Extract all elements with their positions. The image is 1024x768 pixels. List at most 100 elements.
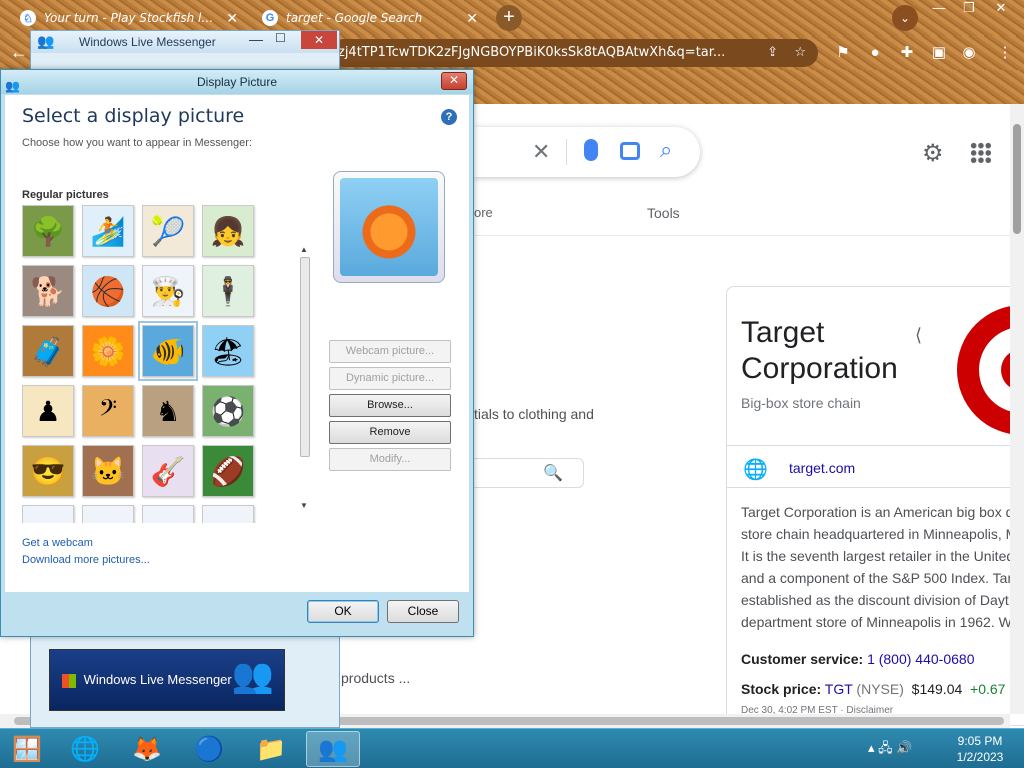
start-button[interactable]: 🪟 — [0, 731, 54, 767]
avatar-icon[interactable]: ● — [866, 44, 884, 62]
get-webcam-link[interactable]: Get a webcam — [22, 537, 93, 549]
close-dialog-button[interactable]: Close — [387, 600, 459, 623]
clock[interactable]: 9:05 PM 1/2/2023 — [940, 733, 1020, 765]
search-icon[interactable]: 🔍 — [543, 463, 563, 483]
picture-tile-chef[interactable]: 👨‍🍳 — [142, 265, 194, 317]
back-arrow-icon[interactable]: ← — [10, 42, 28, 63]
picture-tile-robot-girl[interactable]: 👧 — [202, 205, 254, 257]
desc-line: and a component of the S&P 500 Index. Ta… — [741, 570, 1013, 586]
vertical-scrollbar[interactable] — [1010, 104, 1024, 714]
taskbar-obama[interactable]: 🔵 — [182, 731, 236, 767]
maximize-button[interactable]: ❐ — [954, 0, 984, 18]
modify-button[interactable]: Modify... — [329, 448, 451, 471]
minimize-button[interactable]: — — [924, 0, 954, 18]
stock-ticker-link[interactable]: TGT — [825, 681, 853, 697]
apps-grid-icon[interactable] — [970, 142, 992, 164]
picture-tile-guitar[interactable]: 🎸 — [142, 445, 194, 497]
minimize-button[interactable]: — — [249, 31, 263, 47]
picture-tile-sports-balls[interactable]: 🏈 — [202, 445, 254, 497]
picture-tile-goldfish[interactable]: 🐠 — [138, 321, 198, 381]
divider — [727, 445, 1024, 446]
tab-tools[interactable]: Tools — [647, 205, 680, 221]
picture-tile-flower[interactable]: 🌼 — [82, 325, 134, 377]
taskbar-messenger[interactable]: 👥 — [306, 731, 360, 767]
picture-tile-bass-clef[interactable]: 𝄢 — [82, 385, 134, 437]
help-icon[interactable]: ? — [441, 109, 457, 125]
search-box[interactable]: ✕ ⌕ — [474, 127, 700, 177]
chrome-icon: 🌐 — [70, 735, 100, 763]
taskbar-firefox[interactable]: 🦊 — [120, 731, 174, 767]
dynamic-picture-button[interactable]: Dynamic picture... — [329, 367, 451, 390]
webcam-picture-button[interactable]: Webcam picture... — [329, 340, 451, 363]
picture-tile-partial[interactable] — [202, 505, 254, 523]
browse-button[interactable]: Browse... — [329, 394, 451, 417]
messenger-titlebar[interactable]: 👥 Windows Live Messenger — ☐ ✕ — [31, 31, 339, 53]
share-icon[interactable]: ⇪ — [767, 39, 778, 67]
tab-stockfish[interactable]: ♘ Your turn - Play Stockfish level 4 ✕ — [12, 3, 246, 33]
side-panel-icon[interactable]: ▣ — [930, 44, 948, 62]
site-search-box[interactable]: 🔍 — [474, 458, 584, 488]
picture-tile-businessman[interactable]: 🕴 — [202, 265, 254, 317]
picture-tile-cat[interactable]: 🐱 — [82, 445, 134, 497]
close-button[interactable]: ✕ — [441, 72, 467, 90]
volume-icon[interactable]: 🔊 — [896, 740, 912, 755]
picture-tile-partial[interactable] — [82, 505, 134, 523]
grid-scrollbar[interactable]: ▲ ▼ — [298, 245, 312, 517]
remove-button[interactable]: Remove — [329, 421, 451, 444]
settings-gear-icon[interactable]: ⚙ — [922, 139, 944, 168]
picture-tile-basketball[interactable]: 🏀 — [82, 265, 134, 317]
tab-google-search[interactable]: G target - Google Search ✕ — [254, 3, 486, 33]
scroll-down-icon[interactable]: ▼ — [300, 501, 308, 510]
extensions-icon[interactable]: ✚ — [898, 44, 916, 62]
download-pictures-link[interactable]: Download more pictures... — [22, 554, 150, 566]
picture-tile-partial[interactable] — [22, 505, 74, 523]
cs-label: Customer service: — [741, 651, 864, 667]
clear-icon[interactable]: ✕ — [532, 139, 550, 165]
picture-tile-bonsai[interactable]: 🌳 — [22, 205, 74, 257]
picture-tile-soccer-buddy[interactable]: ⚽ — [202, 385, 254, 437]
camera-icon[interactable] — [620, 142, 640, 160]
address-bar[interactable]: zj4tTP1TcwTDK2zFJgNGBOYPBiK0ksSk8tAQBAtw… — [330, 39, 818, 67]
maximize-button[interactable]: ☐ — [275, 31, 286, 45]
picture-tile-cool-guy[interactable]: 😎 — [22, 445, 74, 497]
system-tray[interactable]: ▴ 🖧 🔊 — [868, 739, 912, 761]
divider — [566, 139, 567, 165]
dialog-titlebar[interactable]: 👥 Display Picture ✕ — [1, 70, 473, 94]
tab-more[interactable]: ore — [474, 205, 493, 220]
close-tab-icon[interactable]: ✕ — [466, 10, 478, 27]
website-link[interactable]: target.com — [789, 460, 855, 476]
windows-flag-icon — [62, 673, 76, 688]
picture-tile-surfer[interactable]: 🏄 — [82, 205, 134, 257]
picture-tile-beach[interactable]: 🏖 — [202, 325, 254, 377]
messenger-banner[interactable]: Windows Live Messenger 👥 — [49, 649, 285, 711]
scroll-thumb[interactable] — [300, 257, 310, 457]
picture-tile-chess[interactable]: ♞ — [142, 385, 194, 437]
picture-tile-chess-buddy[interactable]: ♟ — [22, 385, 74, 437]
folder-icon: 📁 — [256, 735, 286, 763]
close-tab-icon[interactable]: ✕ — [226, 10, 238, 27]
cs-phone-link[interactable]: 1 (800) 440-0680 — [867, 651, 974, 667]
new-tab-button[interactable]: + — [496, 5, 522, 31]
toolbar-extension — [474, 70, 1024, 104]
bookmark-star-icon[interactable]: ☆ — [794, 39, 806, 67]
microphone-icon[interactable] — [584, 139, 598, 161]
profile-icon[interactable]: ◉ — [960, 44, 978, 62]
picture-tile-suitcase[interactable]: 🧳 — [22, 325, 74, 377]
menu-icon[interactable]: ⋮ — [996, 44, 1014, 62]
close-button[interactable]: ✕ — [301, 31, 337, 49]
profile-flag-icon[interactable]: ⚑ — [834, 44, 852, 62]
picture-tile-tennis[interactable]: 🎾 — [142, 205, 194, 257]
close-window-button[interactable]: ✕ — [986, 0, 1016, 18]
ok-button[interactable]: OK — [307, 600, 379, 623]
show-hidden-icon[interactable]: ▴ — [868, 740, 875, 755]
search-icon[interactable]: ⌕ — [660, 137, 672, 163]
tab-search-button[interactable]: ⌄ — [892, 5, 918, 31]
network-icon[interactable]: 🖧 — [878, 740, 893, 755]
taskbar-file-explorer[interactable]: 📁 — [244, 731, 298, 767]
scroll-thumb[interactable] — [1013, 124, 1021, 234]
taskbar-chrome[interactable]: 🌐 — [58, 731, 112, 767]
picture-tile-partial[interactable] — [142, 505, 194, 523]
share-icon[interactable]: ⟨ — [915, 325, 922, 346]
picture-tile-dog[interactable]: 🐕 — [22, 265, 74, 317]
scroll-up-icon[interactable]: ▲ — [300, 245, 308, 254]
